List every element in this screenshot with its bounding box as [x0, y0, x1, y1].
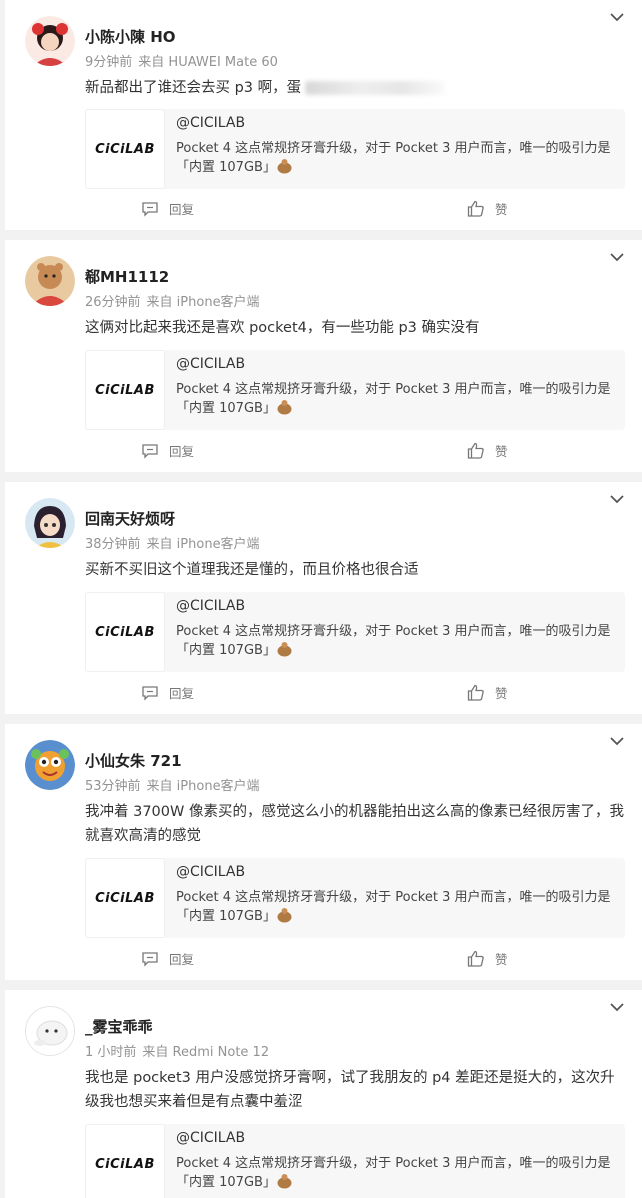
quote-handle[interactable]: @CICILAB — [176, 598, 245, 614]
chevron-down-icon[interactable] — [610, 736, 624, 746]
timestamp: 26分钟前 — [85, 295, 141, 310]
comment-card: 小仙女朱 721 53分钟前 来自 iPhone客户端 我冲着 3700W 像素买… — [5, 724, 642, 980]
comment-body-extra: 蛋 — [286, 80, 302, 96]
like-button[interactable]: 赞 — [467, 199, 508, 218]
quote-text: Pocket 4 这点常规挤牙膏升级，对于 Pocket 3 用户而言，唯一的吸… — [176, 1156, 611, 1190]
chevron-down-icon[interactable] — [610, 494, 624, 504]
action-bar: 回复 赞 — [5, 199, 642, 223]
action-bar: 回复 赞 — [5, 441, 642, 465]
thumbs-up-icon — [467, 950, 484, 967]
cicilab-logo: CiCiLAB — [85, 109, 165, 189]
like-label: 赞 — [495, 952, 508, 967]
source: 来自 iPhone客户端 — [146, 295, 260, 310]
source: 来自 iPhone客户端 — [146, 779, 260, 794]
comment-meta: 38分钟前 来自 iPhone客户端 — [85, 533, 260, 552]
user-name[interactable]: 小仙女朱 721 — [85, 750, 182, 771]
comment-card: _雾宝乖乖 1 小时前 来自 Redmi Note 12 我也是 pocket3 … — [5, 990, 642, 1198]
quote-text: Pocket 4 这点常规挤牙膏升级，对于 Pocket 3 用户而言，唯一的吸… — [176, 890, 611, 924]
avatar[interactable] — [25, 1006, 75, 1056]
thumbs-up-icon — [467, 200, 484, 217]
reply-button[interactable]: 回复 — [141, 199, 194, 218]
avatar[interactable] — [25, 498, 75, 548]
action-bar: 回复 赞 — [5, 683, 642, 707]
timestamp: 1 小时前 — [85, 1045, 137, 1060]
reply-label: 回复 — [169, 686, 195, 701]
quoted-post[interactable]: CiCiLAB @CICILAB Pocket 4 这点常规挤牙膏升级，对于 P… — [85, 858, 625, 938]
quoted-post[interactable]: CiCiLAB @CICILAB Pocket 4 这点常规挤牙膏升级，对于 P… — [85, 109, 625, 189]
quote-text: Pocket 4 这点常规挤牙膏升级，对于 Pocket 3 用户而言，唯一的吸… — [176, 141, 611, 175]
reply-label: 回复 — [169, 444, 195, 459]
like-label: 赞 — [495, 444, 508, 459]
comment-meta: 53分钟前 来自 iPhone客户端 — [85, 775, 260, 794]
like-button[interactable]: 赞 — [467, 441, 508, 460]
bag-emoji-icon — [277, 1174, 292, 1189]
chevron-down-icon[interactable] — [610, 1002, 624, 1012]
timestamp: 38分钟前 — [85, 537, 141, 552]
quoted-post[interactable]: CiCiLAB @CICILAB Pocket 4 这点常规挤牙膏升级，对于 P… — [85, 1124, 625, 1198]
quote-handle[interactable]: @CICILAB — [176, 356, 245, 372]
comment-text: 买新不买旧这个道理我还是懂的，而且价格也很合适 — [85, 562, 419, 578]
timestamp: 9分钟前 — [85, 55, 133, 70]
avatar[interactable] — [25, 740, 75, 790]
comment-meta: 26分钟前 来自 iPhone客户端 — [85, 291, 260, 310]
like-label: 赞 — [495, 202, 508, 217]
comment-icon — [142, 685, 158, 701]
reply-label: 回复 — [169, 202, 195, 217]
source: 来自 Redmi Note 12 — [142, 1045, 270, 1060]
bag-emoji-icon — [277, 908, 292, 923]
quoted-post[interactable]: CiCiLAB @CICILAB Pocket 4 这点常规挤牙膏升级，对于 P… — [85, 350, 625, 430]
like-button[interactable]: 赞 — [467, 683, 508, 702]
comment-card: 小陈小陳 HO 9分钟前 来自 HUAWEI Mate 60 新品都出了谁还会去买… — [5, 0, 642, 230]
bag-emoji-icon — [277, 642, 292, 657]
user-name[interactable]: 回南天好烦呀 — [85, 508, 175, 529]
chevron-down-icon[interactable] — [610, 252, 624, 262]
reply-button[interactable]: 回复 — [141, 683, 194, 702]
comment-meta: 1 小时前 来自 Redmi Note 12 — [85, 1041, 269, 1060]
quote-text: Pocket 4 这点常规挤牙膏升级，对于 Pocket 3 用户而言，唯一的吸… — [176, 382, 611, 416]
reply-button[interactable]: 回复 — [141, 441, 194, 460]
like-button[interactable]: 赞 — [467, 949, 508, 968]
source: 来自 HUAWEI Mate 60 — [138, 55, 278, 70]
like-label: 赞 — [495, 686, 508, 701]
reply-label: 回复 — [169, 952, 195, 967]
cicilab-logo: CiCiLAB — [85, 858, 165, 938]
avatar[interactable] — [25, 16, 75, 66]
thumbs-up-icon — [467, 442, 484, 459]
comment-text: 我也是 pocket3 用户没感觉挤牙膏啊，试了我朋友的 p4 差距还是挺大的，… — [85, 1070, 615, 1110]
comment-card: 回南天好烦呀 38分钟前 来自 iPhone客户端 买新不买旧这个道理我还是懂的，… — [5, 482, 642, 714]
cicilab-logo: CiCiLAB — [85, 592, 165, 672]
user-name[interactable]: 小陈小陳 HO — [85, 26, 176, 47]
comment-meta: 9分钟前 来自 HUAWEI Mate 60 — [85, 51, 278, 70]
avatar[interactable] — [25, 256, 75, 306]
action-bar: 回复 赞 — [5, 949, 642, 973]
timestamp: 53分钟前 — [85, 779, 141, 794]
chevron-down-icon[interactable] — [610, 12, 624, 22]
comment-text: 新品都出了谁还会去买 p3 啊，蛋 — [85, 76, 625, 100]
reply-button[interactable]: 回复 — [141, 949, 194, 968]
comment-text: 我冲着 3700W 像素买的，感觉这么小的机器能拍出这么高的像素已经很厉害了，我… — [85, 804, 624, 844]
comment-icon — [142, 951, 158, 967]
quote-text: Pocket 4 这点常规挤牙膏升级，对于 Pocket 3 用户而言，唯一的吸… — [176, 624, 611, 658]
comment-body: 新品都出了谁还会去买 p3 啊， — [85, 80, 287, 96]
quoted-post[interactable]: CiCiLAB @CICILAB Pocket 4 这点常规挤牙膏升级，对于 P… — [85, 592, 625, 672]
blurred-text — [305, 81, 446, 95]
cicilab-logo: CiCiLAB — [85, 1124, 165, 1198]
comment-icon — [142, 201, 158, 217]
quote-handle[interactable]: @CICILAB — [176, 1130, 245, 1146]
source: 来自 iPhone客户端 — [146, 537, 260, 552]
user-name[interactable]: 郗MH1112 — [85, 266, 169, 287]
quote-handle[interactable]: @CICILAB — [176, 864, 245, 880]
bag-emoji-icon — [277, 159, 292, 174]
comment-icon — [142, 443, 158, 459]
bag-emoji-icon — [277, 400, 292, 415]
thumbs-up-icon — [467, 684, 484, 701]
cicilab-logo: CiCiLAB — [85, 350, 165, 430]
user-name[interactable]: _雾宝乖乖 — [85, 1016, 153, 1037]
quote-handle[interactable]: @CICILAB — [176, 115, 245, 131]
comment-card: 郗MH1112 26分钟前 来自 iPhone客户端 这俩对比起来我还是喜欢 po… — [5, 240, 642, 472]
comment-text: 这俩对比起来我还是喜欢 pocket4，有一些功能 p3 确实没有 — [85, 320, 480, 336]
